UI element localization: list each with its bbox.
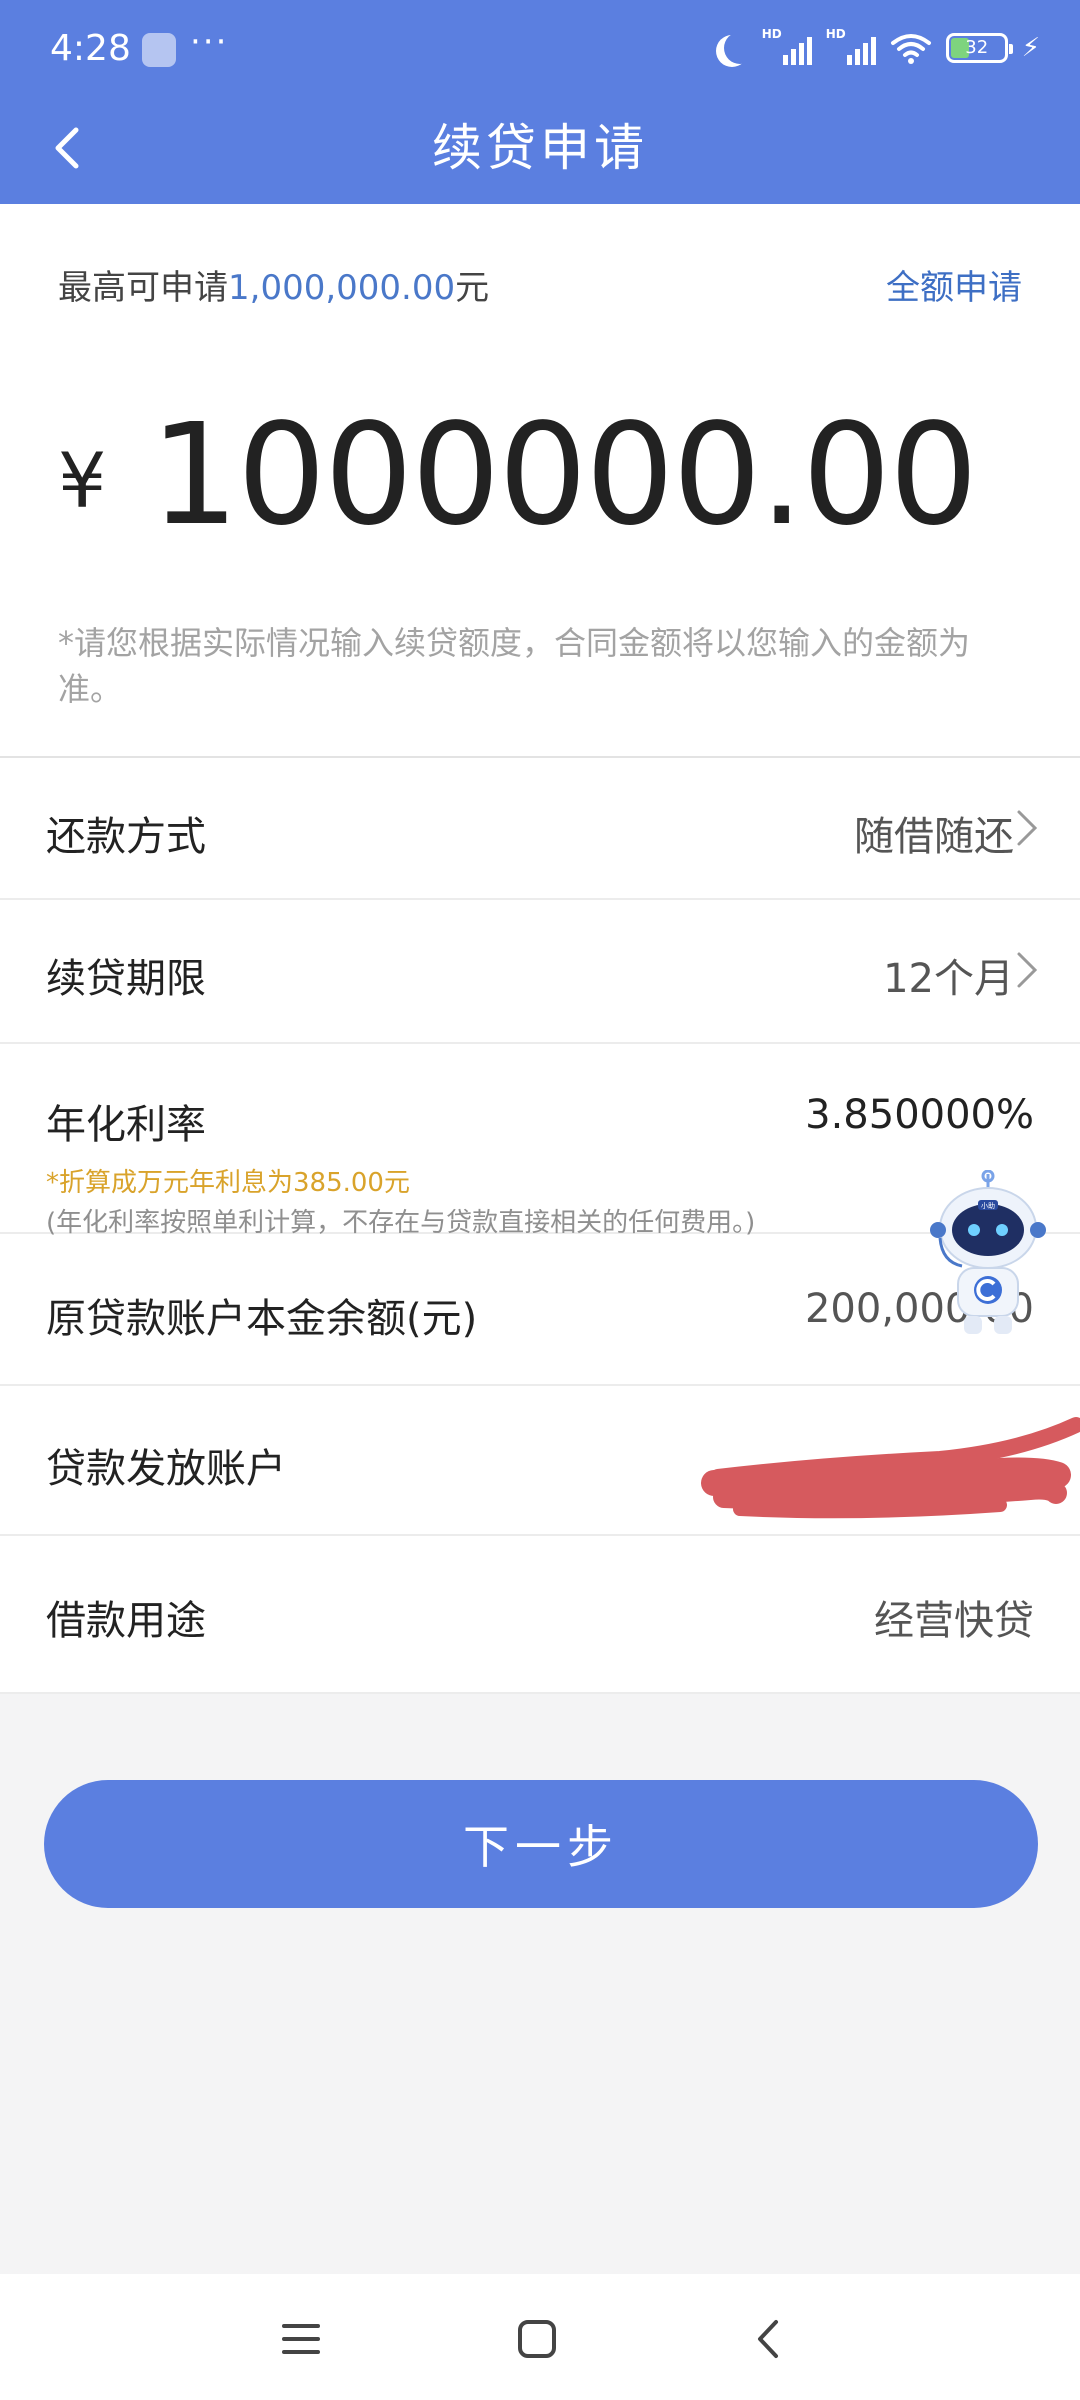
home-icon[interactable] <box>512 2314 562 2364</box>
do-not-disturb-icon <box>724 32 756 64</box>
row-value: 经营快贷 <box>874 1598 1034 1644</box>
app-header: 4:28 ··· HD HD 32 ⚡ 续贷申请 <box>0 0 1080 204</box>
max-amount-value: 1,000,000.00 <box>228 268 456 308</box>
row-label: 原贷款账户本金余额(元) <box>46 1296 478 1342</box>
currency-symbol: ¥ <box>58 436 107 525</box>
assistant-robot-icon[interactable]: 小助 <box>928 1170 1048 1338</box>
amount-note: *请您根据实际情况输入续贷额度，合同金额将以您输入的金额为准。 <box>58 624 971 708</box>
row-value: 随借随还 <box>854 814 1014 860</box>
amount-input[interactable]: 1000000.00 <box>150 394 978 557</box>
principal-balance-row: 原贷款账户本金余额(元) 200,000.00 <box>0 1234 1080 1386</box>
row-value: 12个月 <box>883 956 1014 1002</box>
chevron-right-icon <box>1017 810 1038 846</box>
loan-term-row[interactable]: 续贷期限 12个月 <box>0 900 1080 1044</box>
row-label: 贷款发放账户 <box>46 1446 286 1492</box>
status-icons: HD HD 32 ⚡ <box>716 26 1040 70</box>
redaction-scribble <box>701 1417 1080 1519</box>
row-value: 3.850000% <box>805 1092 1034 1138</box>
max-amount-label: 最高可申请1,000,000.00元 <box>58 268 490 308</box>
repayment-method-row[interactable]: 还款方式 随借随还 <box>0 758 1080 900</box>
system-nav-bar <box>0 2274 1080 2400</box>
row-label: 还款方式 <box>46 814 206 860</box>
amount-section: 最高可申请1,000,000.00元 全额申请 ¥ 1000000.00 *请您… <box>0 204 1080 756</box>
wrench-icon <box>142 33 176 67</box>
status-bar: 4:28 ··· HD HD 32 ⚡ <box>0 0 1080 96</box>
row-label: 借款用途 <box>46 1598 206 1644</box>
charging-icon: ⚡ <box>1021 33 1040 63</box>
row-label: 年化利率 <box>46 1102 206 1148</box>
signal-icon: HD <box>762 27 812 65</box>
annual-rate-row: 年化利率 3.850000% *折算成万元年利息为385.00元 (年化利率按照… <box>0 1044 1080 1238</box>
svg-text:小助: 小助 <box>981 1201 995 1210</box>
status-time: 4:28 <box>50 28 131 69</box>
back-icon[interactable] <box>744 2314 794 2364</box>
loan-details-list: 还款方式 随借随还 续贷期限 12个月 年化利率 3.850000% *折算成万… <box>0 756 1080 1694</box>
page-title: 续贷申请 <box>432 119 648 177</box>
more-notifications-icon: ··· <box>190 22 229 62</box>
loan-purpose-row: 借款用途 经营快贷 <box>0 1536 1080 1694</box>
wifi-icon <box>890 34 931 64</box>
row-label: 续贷期限 <box>46 956 206 1002</box>
signal-icon-2: HD <box>826 27 876 65</box>
menu-icon[interactable] <box>276 2314 326 2364</box>
chevron-right-icon <box>1017 952 1038 988</box>
next-step-button[interactable]: 下一步 <box>44 1780 1038 1908</box>
interest-hint: *折算成万元年利息为385.00元 <box>46 1168 410 1198</box>
battery-icon: 32 <box>945 33 1013 63</box>
apply-full-amount-link[interactable]: 全额申请 <box>886 260 1022 309</box>
